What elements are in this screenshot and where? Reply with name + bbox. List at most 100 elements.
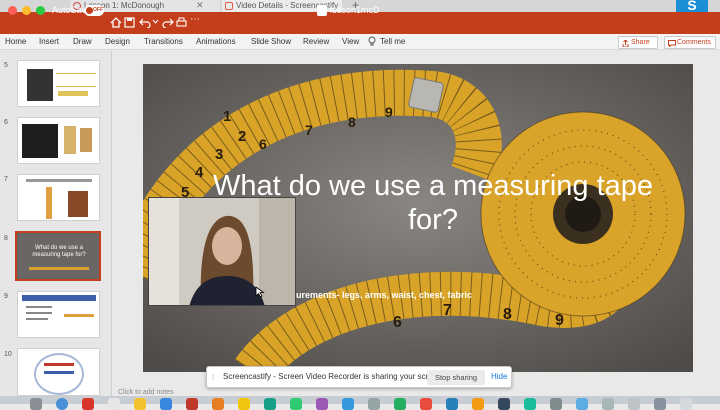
dock-app-icon[interactable] [394, 398, 406, 410]
tab-review[interactable]: Review [303, 37, 329, 46]
dock-app-icon[interactable] [446, 398, 458, 410]
mouse-pointer-icon [255, 286, 265, 298]
presenter-video [149, 198, 295, 305]
close-tab-icon[interactable]: ✕ [196, 0, 204, 11]
tell-me-search[interactable]: Tell me [380, 37, 405, 46]
autosave-state: OFF [93, 7, 103, 13]
print-icon[interactable] [176, 17, 187, 28]
dock-app-icon[interactable] [316, 398, 328, 410]
share-icon [622, 40, 629, 47]
undo-dropdown-icon[interactable] [152, 19, 159, 25]
slide-thumbnail-8[interactable]: What do we use a measuring tape for? [15, 231, 101, 281]
slide-number: 6 [4, 119, 8, 126]
redo-icon[interactable] [162, 17, 174, 28]
dock-app-icon[interactable] [524, 398, 536, 410]
tape-number: 8 [503, 306, 512, 323]
dock-app-icon[interactable] [602, 398, 614, 410]
thumb-giraffe [64, 126, 76, 154]
thumb-ruler-strip [58, 91, 88, 96]
dock-app-icon[interactable] [108, 398, 120, 410]
slide-thumbnail-7[interactable] [17, 174, 100, 221]
dock-app-icon[interactable] [550, 398, 562, 410]
tab-home[interactable]: Home [5, 37, 26, 46]
tape-number: 3 [215, 146, 224, 163]
thumb-text-line [26, 318, 48, 320]
slide-thumbnail-5[interactable] [17, 60, 100, 107]
dock-app-icon[interactable] [342, 398, 354, 410]
thumb-header [22, 295, 96, 301]
slide-thumbnail-10[interactable] [17, 348, 100, 396]
more-commands-icon[interactable]: ⋯ [190, 14, 200, 25]
thumb-slide-title: What do we use a measuring tape for? [32, 245, 86, 258]
dock-app-icon[interactable] [238, 398, 250, 410]
notes-placeholder[interactable]: Click to add notes [118, 389, 174, 396]
thumb-bar [44, 363, 74, 366]
comment-icon [668, 40, 676, 47]
dock-app-icon[interactable] [82, 398, 94, 410]
dock-app-icon[interactable] [186, 398, 198, 410]
dock-app-icon[interactable] [290, 398, 302, 410]
dock-app-icon[interactable] [134, 398, 146, 410]
slide-number: 10 [4, 351, 12, 358]
thumb-text-line [26, 179, 92, 182]
thumb-ruler [64, 314, 94, 317]
tab-draw[interactable]: Draw [73, 37, 92, 46]
window-close-button[interactable] [8, 6, 17, 15]
thumb-tape [29, 267, 89, 270]
slide-subtitle[interactable]: urements- legs, arms, waist, chest, fabr… [296, 290, 472, 300]
window-zoom-button[interactable] [36, 6, 45, 15]
tape-number: 7 [443, 302, 452, 319]
tab-slide-show[interactable]: Slide Show [251, 37, 291, 46]
dock-app-icon[interactable] [368, 398, 380, 410]
share-button[interactable]: Share [618, 36, 658, 49]
slide-number: 9 [4, 293, 8, 300]
thumb-dark-box [27, 69, 53, 101]
dock-app-icon[interactable] [56, 398, 68, 410]
window-minimize-button[interactable] [22, 6, 31, 15]
dock-app-icon[interactable] [628, 398, 640, 410]
slide-number: 8 [4, 235, 8, 242]
thumb-text-line [26, 312, 52, 314]
thumb-ruler [46, 187, 52, 219]
tab-insert[interactable]: Insert [39, 37, 59, 46]
tape-number: 6 [393, 314, 402, 331]
autosave-toggle[interactable]: OFF [84, 5, 104, 16]
dock-app-icon[interactable] [654, 398, 666, 410]
home-icon[interactable] [110, 17, 122, 28]
tab-view[interactable]: View [342, 37, 359, 46]
tape-number: 9 [555, 312, 564, 329]
dock-app-icon[interactable] [264, 398, 276, 410]
sharing-message: Screencastify - Screen Video Recorder is… [223, 372, 444, 381]
dock-app-icon[interactable] [472, 398, 484, 410]
comments-label: Comments [677, 39, 711, 46]
slide-thumbnail-9[interactable] [17, 291, 100, 338]
dock-app-icon[interactable] [30, 398, 42, 410]
drag-handle-icon[interactable]: ⁞ [212, 373, 214, 382]
powerpoint-title-bar [0, 12, 720, 34]
dock-app-icon[interactable] [576, 398, 588, 410]
dock-app-icon[interactable] [420, 398, 432, 410]
comments-button[interactable]: Comments [664, 36, 716, 49]
tape-number: 1 [223, 108, 232, 125]
tab-design[interactable]: Design [105, 37, 130, 46]
thumb-text-line [26, 306, 52, 308]
document-title: lesson1mcD [330, 5, 380, 15]
tab-animations[interactable]: Animations [196, 37, 236, 46]
tape-number: 2 [238, 128, 247, 145]
dock-app-icon[interactable] [498, 398, 510, 410]
dock-app-icon[interactable] [160, 398, 172, 410]
tab-transitions[interactable]: Transitions [144, 37, 183, 46]
trash-icon[interactable] [680, 398, 692, 410]
slide-number: 5 [4, 62, 8, 69]
slide-thumbnail-6[interactable] [17, 117, 100, 164]
tape-number: 6 [259, 136, 267, 152]
share-label: Share [631, 39, 650, 46]
dock-app-icon[interactable] [212, 398, 224, 410]
save-icon[interactable] [124, 17, 135, 28]
undo-icon[interactable] [139, 17, 151, 28]
webcam-overlay[interactable] [148, 197, 296, 306]
thumb-book [68, 191, 88, 217]
stop-sharing-button[interactable]: Stop sharing [427, 370, 485, 385]
hide-button[interactable]: Hide [491, 372, 507, 381]
tape-number: 9 [385, 104, 393, 120]
